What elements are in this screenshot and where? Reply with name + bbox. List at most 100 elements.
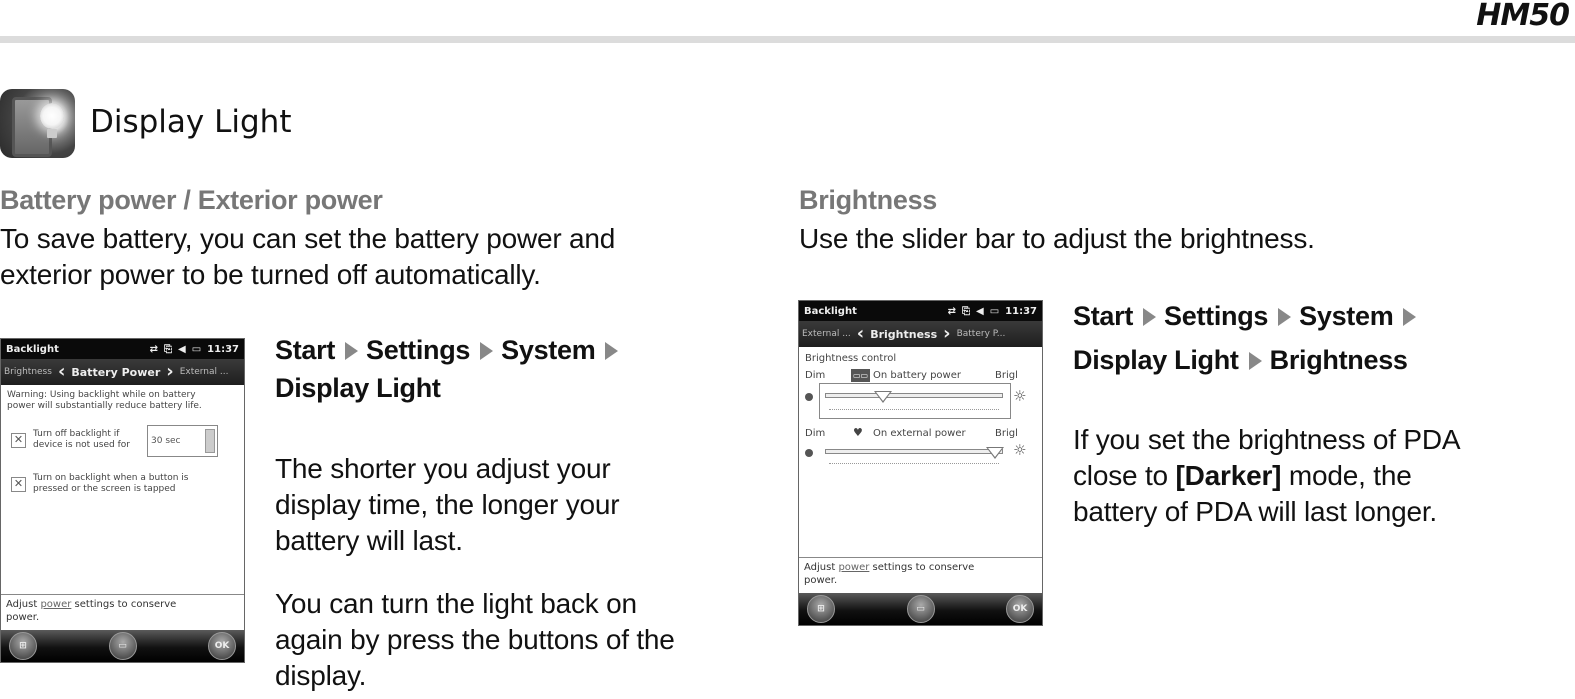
network-icon: ⎘ <box>164 343 172 355</box>
keyboard-icon: ▭ <box>916 604 925 614</box>
battery-slider-group: Dim ▭▭ On battery power Brigl ☼ <box>805 369 1036 427</box>
model-name: HM50 <box>1476 0 1570 33</box>
battery-slider-thumb[interactable] <box>874 391 893 403</box>
soft-key-bar: ⊞ ▭ OK <box>1 630 244 662</box>
screen-title: Backlight <box>6 343 59 355</box>
keyboard-icon: ▭ <box>118 641 127 651</box>
dim-label: Dim <box>805 370 826 381</box>
nav-step: System <box>1299 301 1394 331</box>
sync-icon: ⇄ <box>149 343 158 355</box>
tab-next[interactable]: External ... <box>180 367 229 377</box>
external-slider-thumb[interactable] <box>986 447 1004 459</box>
arrow-right-icon <box>345 342 359 360</box>
start-button[interactable]: ⊞ <box>9 632 37 660</box>
warning-text: power will substantially reduce battery … <box>7 401 202 411</box>
power-link[interactable]: power <box>40 599 71 610</box>
footer-text: Adjust <box>6 599 41 610</box>
para-line: If you set the brightness of PDA <box>1073 424 1461 455</box>
para-line: battery will last. <box>275 525 463 556</box>
screen-content: Warning: Using backlight while on batter… <box>1 385 244 595</box>
tab-next[interactable]: Battery P... <box>957 329 1006 339</box>
timeout-select[interactable]: 30 sec <box>147 425 218 457</box>
group-label: Brightness control <box>805 353 897 364</box>
battery-power-screenshot: Backlight ⇄ ⎘ ◀ ▭ 11:37 Brightness ‹ Battery… <box>0 338 245 663</box>
tab-current[interactable]: Brightness <box>870 328 937 341</box>
arrow-right-icon <box>1403 308 1417 326</box>
warning-text: Warning: Using backlight while on batter… <box>7 390 196 400</box>
dim-icon <box>805 393 813 401</box>
start-button[interactable]: ⊞ <box>807 595 835 623</box>
nav-step: Brightness <box>1269 345 1408 375</box>
external-slider-group: Dim ♥ On external power Brigl ☼ <box>805 426 1036 477</box>
tab-bar: External ... ‹ Brightness › Battery P... <box>799 321 1042 347</box>
dim-icon <box>805 449 813 457</box>
title-bar: Backlight ⇄ ⎘ ◀ ▭ 11:37 <box>799 301 1042 321</box>
right-subtitle: Brightness <box>799 185 938 215</box>
para-line: battery of PDA will last longer. <box>1073 496 1437 527</box>
screen-content: Brightness control Dim ▭▭ On battery pow… <box>799 347 1042 557</box>
nav-step: Start <box>1073 301 1134 331</box>
power-link[interactable]: power <box>838 562 869 573</box>
tab-prev[interactable]: Brightness <box>4 367 52 377</box>
external-slider-track[interactable] <box>825 449 1003 454</box>
footer-text: settings to conserve <box>869 562 975 573</box>
chevron-left-icon[interactable]: ‹ <box>857 325 864 343</box>
scroll-icon[interactable] <box>205 429 215 453</box>
right-intro: Use the slider bar to adjust the brightn… <box>799 223 1315 254</box>
option-turn-on[interactable]: ✕ Turn on backlight when a button is pre… <box>7 473 238 499</box>
option-turn-off[interactable]: ✕ Turn off backlight if device is not us… <box>7 425 238 463</box>
chevron-right-icon[interactable]: › <box>943 325 950 343</box>
ok-button[interactable]: OK <box>208 632 236 660</box>
intro-line: exterior power to be turned off automati… <box>0 259 541 290</box>
bright-label: Brigl <box>995 428 1018 439</box>
arrow-right-icon <box>480 342 494 360</box>
sun-icon: ☼ <box>1013 441 1027 459</box>
ok-button[interactable]: OK <box>1006 595 1034 623</box>
brightness-screenshot: Backlight ⇄ ⎘ ◀ ▭ 11:37 External ... ‹ Brigh… <box>798 300 1043 626</box>
para-line: again by press the buttons of the <box>275 624 675 655</box>
checkbox-turn-off[interactable]: ✕ <box>11 433 26 448</box>
sun-icon: ☼ <box>1013 387 1027 405</box>
chevron-right-icon[interactable]: › <box>166 363 173 381</box>
header-divider <box>0 36 1575 43</box>
volume-icon: ◀ <box>976 305 984 317</box>
clock: 11:37 <box>207 343 239 355</box>
slider-label: On external power <box>873 428 966 439</box>
display-light-icon <box>0 89 75 158</box>
clock: 11:37 <box>1005 305 1037 317</box>
tab-current[interactable]: Battery Power <box>71 366 160 379</box>
windows-icon: ⊞ <box>817 604 825 614</box>
para-line: You can turn the light back on <box>275 588 637 619</box>
battery-icon: ▭ <box>191 343 202 355</box>
darker-mode-label: [Darker] <box>1175 460 1282 491</box>
nav-step: Settings <box>1164 301 1269 331</box>
left-para-2: You can turn the light back on again by … <box>275 586 675 694</box>
bright-label: Brigl <box>995 370 1018 381</box>
keyboard-button[interactable]: ▭ <box>906 595 935 623</box>
arrow-right-icon <box>1143 308 1157 326</box>
left-para-1: The shorter you adjust your display time… <box>275 451 620 559</box>
option-label: Turn on backlight when a button is <box>33 473 189 483</box>
network-icon: ⎘ <box>962 305 970 317</box>
title-bar: Backlight ⇄ ⎘ ◀ ▭ 11:37 <box>1 339 244 359</box>
para-text: mode, the <box>1281 460 1412 491</box>
checkbox-turn-on[interactable]: ✕ <box>11 477 26 492</box>
soft-key-bar: ⊞ ▭ OK <box>799 593 1042 625</box>
tab-prev[interactable]: External ... <box>802 329 851 339</box>
timeout-value: 30 sec <box>151 436 181 446</box>
footer-text: power. <box>6 612 40 623</box>
nav-step: Settings <box>366 335 471 365</box>
option-label: Turn off backlight if <box>33 429 120 439</box>
slider-label: On battery power <box>873 370 961 381</box>
keyboard-button[interactable]: ▭ <box>108 632 137 660</box>
arrow-right-icon <box>605 342 619 360</box>
nav-step: Display Light <box>1073 345 1239 375</box>
arrow-right-icon <box>1278 308 1292 326</box>
para-line: The shorter you adjust your <box>275 453 611 484</box>
battery-slider-track[interactable] <box>825 393 1003 398</box>
slider-ticks <box>829 409 999 410</box>
chevron-left-icon[interactable]: ‹ <box>58 363 65 381</box>
sync-icon: ⇄ <box>947 305 956 317</box>
volume-icon: ◀ <box>178 343 186 355</box>
screen-title: Backlight <box>804 305 857 317</box>
